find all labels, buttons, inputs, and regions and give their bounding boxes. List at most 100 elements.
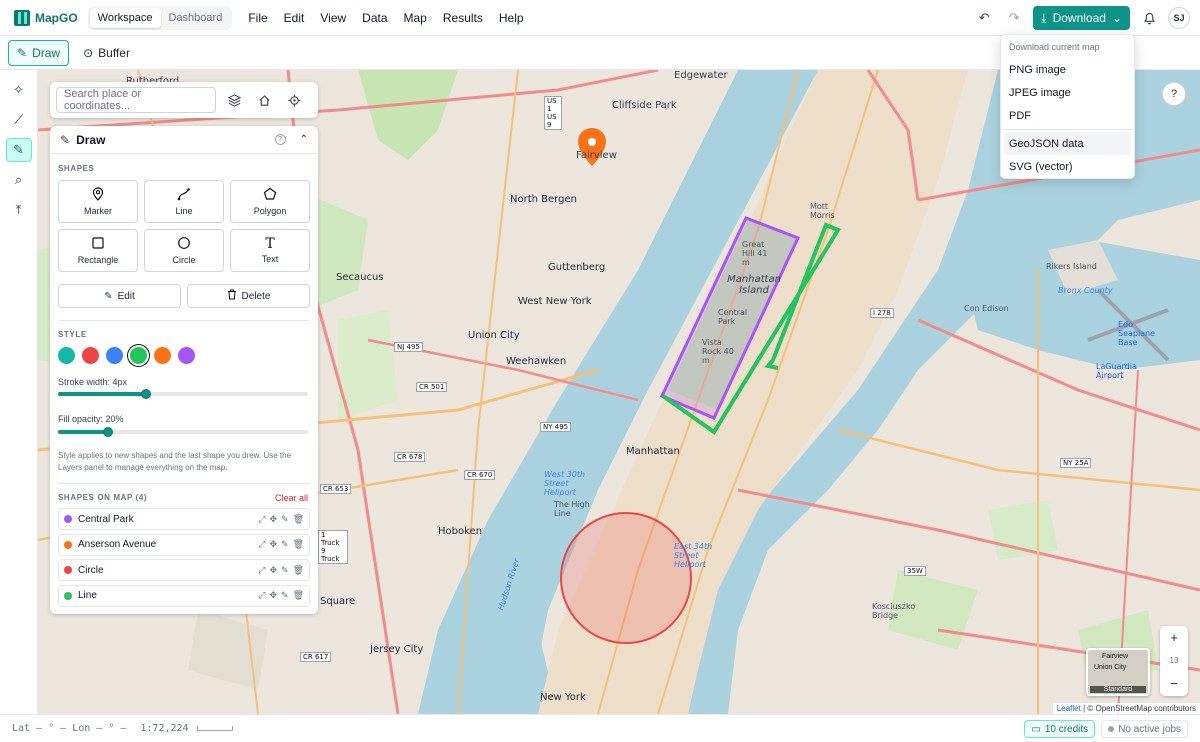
shapes-on-map-list: Central Park ⤢ ✥ ✎ 🗑︎ Anserson Avenue ⤢ … — [58, 508, 310, 610]
resize-icon[interactable]: ⤢ — [258, 539, 265, 550]
download-jpeg[interactable]: JPEG image — [1001, 81, 1134, 104]
move-icon[interactable]: ✥ — [269, 539, 277, 550]
minimap[interactable]: Fairview Union City Standard — [1086, 648, 1150, 696]
scale-bar — [196, 726, 233, 731]
color-swatch[interactable] — [154, 347, 171, 364]
sparkle-icon[interactable]: ✧ — [6, 78, 32, 102]
home-icon[interactable] — [252, 88, 276, 112]
list-item[interactable]: Anserson Avenue ⤢ ✥ ✎ 🗑︎ — [58, 533, 310, 556]
tab-workspace[interactable]: Workspace — [89, 7, 161, 28]
map-logo-icon — [14, 9, 30, 26]
shield-nj495: NJ 495 — [394, 342, 423, 352]
shape-color-dot — [64, 591, 72, 600]
locate-icon[interactable] — [282, 88, 306, 112]
osm-attribution[interactable]: © OpenStreetMap contributors — [1087, 704, 1196, 713]
resize-icon[interactable]: ⤢ — [258, 565, 265, 576]
layers-icon[interactable] — [222, 88, 246, 112]
menu-bar: File Edit View Data Map Results Help — [240, 11, 531, 25]
search-input[interactable]: Search place or coordinates... — [56, 87, 216, 113]
leaflet-link[interactable]: Leaflet — [1057, 704, 1081, 713]
resize-icon[interactable]: ⤢ — [258, 590, 265, 601]
fill-opacity-slider[interactable] — [58, 427, 308, 437]
edit-icon[interactable]: ✎ — [281, 590, 289, 601]
shield-35w: 35W — [904, 566, 926, 576]
delete-label: Delete — [241, 290, 271, 302]
list-item[interactable]: Circle ⤢ ✥ ✎ 🗑︎ — [58, 559, 310, 582]
shape-marker-button[interactable]: Marker — [58, 180, 138, 223]
list-item[interactable]: Central Park ⤢ ✥ ✎ 🗑︎ — [58, 508, 310, 530]
color-swatch[interactable] — [58, 347, 75, 364]
draw-mode-button[interactable]: ✎ Draw — [8, 39, 70, 66]
download-geojson[interactable]: GeoJSON data — [1004, 132, 1131, 155]
delete-button[interactable]: Delete — [187, 284, 310, 308]
color-swatch[interactable] — [130, 347, 147, 364]
menu-results[interactable]: Results — [435, 11, 491, 25]
label-jersey-city: Jersey City — [370, 644, 424, 655]
avatar[interactable]: SJ — [1168, 7, 1190, 29]
move-icon[interactable]: ✥ — [269, 590, 277, 601]
undo-icon[interactable]: ↶ — [973, 7, 995, 29]
fill-opacity-thumb[interactable] — [103, 427, 113, 437]
edit-icon[interactable]: ✎ — [281, 514, 289, 525]
stroke-width-fill — [58, 392, 146, 396]
menu-map[interactable]: Map — [396, 11, 435, 25]
label-hoboken: Hoboken — [438, 526, 483, 537]
menu-file[interactable]: File — [240, 11, 275, 25]
ruler-icon[interactable]: ⟋ — [6, 108, 32, 132]
clear-all-link[interactable]: Clear all — [275, 493, 308, 503]
zoom-out-button[interactable]: − — [1170, 672, 1178, 695]
draw-tool-icon[interactable]: ✎ — [5, 138, 32, 162]
shape-line-button[interactable]: Line — [144, 180, 224, 223]
move-icon[interactable]: ✥ — [269, 565, 277, 576]
collapse-chevron-icon[interactable]: ⌃ — [300, 134, 308, 145]
app-logo[interactable]: MapGO — [14, 9, 78, 26]
trash-icon[interactable]: 🗑︎ — [293, 565, 304, 576]
resize-icon[interactable]: ⤢ — [258, 514, 265, 525]
stroke-width-label: Stroke width: 4px — [58, 377, 128, 387]
list-item[interactable]: Line ⤢ ✥ ✎ 🗑︎ — [58, 584, 310, 607]
credits-badge[interactable]: ▭ 10 credits — [1024, 720, 1096, 738]
shield-ny495: NY 495 — [540, 422, 572, 432]
jobs-badge[interactable]: No active jobs — [1101, 720, 1188, 738]
shape-rectangle-button[interactable]: Rectangle — [58, 229, 138, 272]
menu-help[interactable]: Help — [491, 11, 532, 25]
shape-text-button[interactable]: T Text — [230, 229, 310, 272]
label-west-new-york: West New York — [518, 296, 592, 307]
download-svg[interactable]: SVG (vector) — [1001, 155, 1134, 178]
color-swatch[interactable] — [106, 347, 123, 364]
help-icon[interactable]: ? — [274, 134, 286, 145]
tab-dashboard[interactable]: Dashboard — [161, 8, 231, 28]
trash-icon[interactable]: 🗑︎ — [293, 514, 304, 525]
bell-icon[interactable] — [1138, 7, 1160, 29]
redo-icon[interactable]: ↷ — [1003, 7, 1025, 29]
edit-button[interactable]: ✎ Edit — [58, 284, 181, 308]
edit-icon[interactable]: ✎ — [281, 539, 289, 550]
download-png[interactable]: PNG image — [1001, 58, 1134, 81]
color-swatch[interactable] — [178, 347, 195, 364]
menu-view[interactable]: View — [312, 11, 354, 25]
move-icon[interactable]: ✥ — [269, 514, 277, 525]
label-union-city: Union City — [468, 330, 520, 341]
download-pdf[interactable]: PDF — [1001, 104, 1134, 127]
trash-icon[interactable]: 🗑︎ — [293, 590, 304, 601]
minimap-style-label: Standard — [1090, 686, 1146, 693]
label-high-line: The High Line — [554, 500, 590, 518]
line-icon — [177, 187, 191, 203]
menu-edit[interactable]: Edit — [276, 11, 313, 25]
upload-icon[interactable]: ⤒ — [6, 198, 32, 222]
buffer-mode-button[interactable]: ⊙ Buffer — [75, 40, 138, 66]
zoom-in-button[interactable]: + — [1170, 626, 1178, 649]
search-tool-icon[interactable]: ⌕ — [6, 168, 32, 192]
shape-circle-button[interactable]: Circle — [144, 229, 224, 272]
shape-polygon-button[interactable]: Polygon — [230, 180, 310, 223]
menu-data[interactable]: Data — [354, 11, 395, 25]
stroke-width-slider[interactable] — [58, 389, 308, 399]
download-button[interactable]: ⤓ Download ⌄ — [1033, 6, 1130, 30]
map-help-icon[interactable]: ? — [1162, 82, 1186, 106]
trash-icon[interactable]: 🗑︎ — [293, 539, 304, 550]
edit-icon[interactable]: ✎ — [281, 565, 289, 576]
color-swatch[interactable] — [82, 347, 99, 364]
stroke-width-thumb[interactable] — [140, 389, 151, 399]
label-heliport-e: East 34th Street Heliport — [674, 542, 713, 569]
shape-color-dot — [64, 515, 72, 523]
